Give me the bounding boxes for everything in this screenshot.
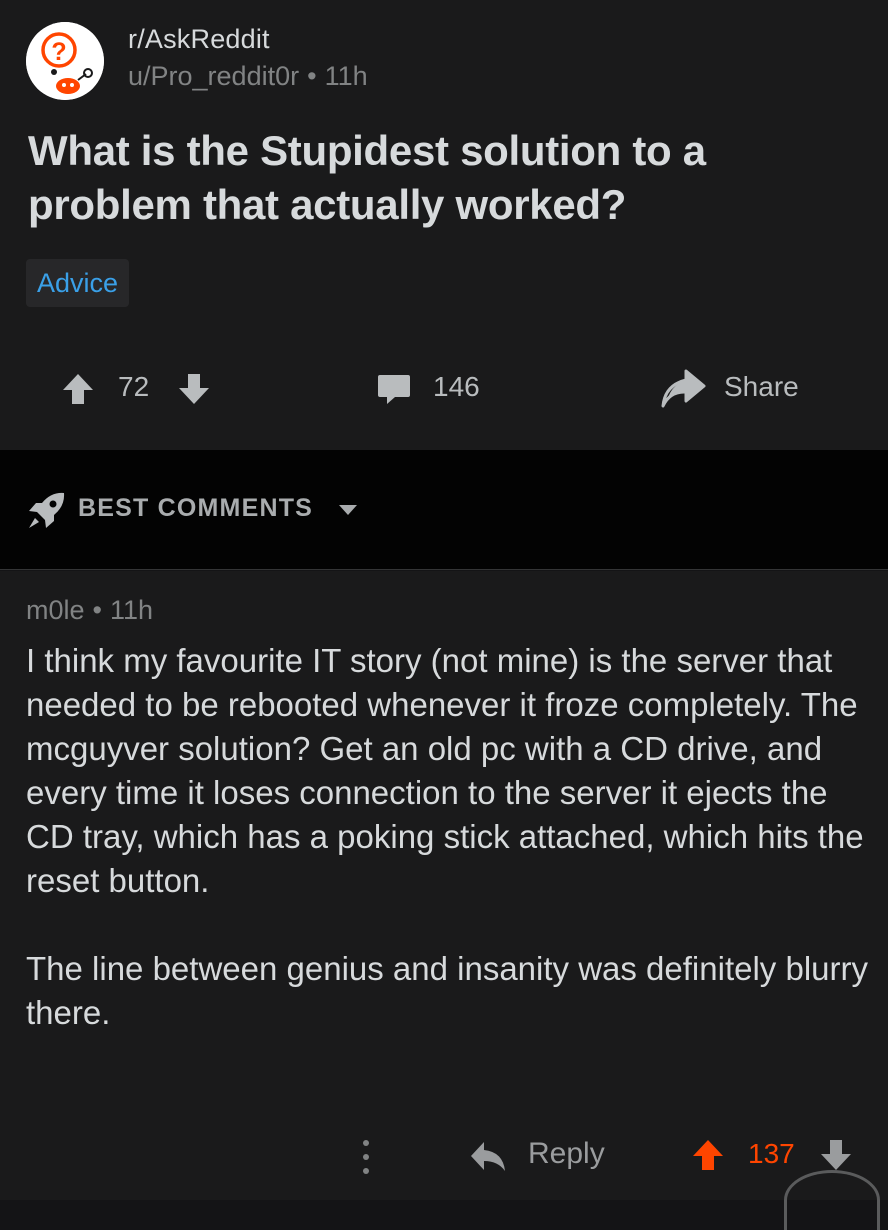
subreddit-avatar[interactable]: ? bbox=[26, 22, 104, 100]
more-options-icon[interactable] bbox=[356, 1135, 376, 1179]
upvote-icon[interactable] bbox=[60, 371, 96, 407]
downvote-icon[interactable] bbox=[818, 1137, 854, 1173]
comment-card: m0le • 11h I think my favourite IT story (… bbox=[0, 571, 888, 1200]
post-age: 11h bbox=[324, 61, 368, 91]
comment-paragraph: The line between genius and insanity was… bbox=[26, 950, 868, 1031]
comment-count[interactable]: 146 bbox=[433, 371, 480, 403]
subreddit-name[interactable]: r/AskReddit bbox=[128, 24, 270, 55]
sort-label[interactable]: BEST COMMENTS bbox=[78, 494, 313, 523]
post-flair[interactable]: Advice bbox=[26, 259, 130, 307]
comment-icon[interactable] bbox=[375, 370, 413, 408]
post-meta: u/Pro_reddit0r • 11h bbox=[128, 61, 368, 92]
share-icon[interactable] bbox=[660, 368, 706, 410]
post-actions: 72 146 Share bbox=[0, 360, 888, 416]
post-title[interactable]: What is the Stupidest solution to a prob… bbox=[28, 124, 858, 232]
post-score: 72 bbox=[118, 371, 150, 402]
meta-separator: • bbox=[92, 595, 102, 625]
comment-paragraph: I think my favourite IT story (not mine)… bbox=[26, 642, 864, 899]
post-card: ? r/AskReddit u/Pro_reddit0r • 11h What is… bbox=[0, 0, 888, 450]
meta-separator: • bbox=[307, 61, 317, 91]
comment-score: 137 bbox=[748, 1138, 795, 1169]
reply-button[interactable]: Reply bbox=[528, 1137, 605, 1171]
comment-sort-bar[interactable]: BEST COMMENTS bbox=[0, 450, 888, 570]
comment-meta: m0le • 11h bbox=[26, 595, 153, 626]
svg-text:?: ? bbox=[51, 38, 66, 66]
comment-body: I think my favourite IT story (not mine)… bbox=[26, 639, 876, 1079]
downvote-icon[interactable] bbox=[176, 371, 212, 407]
reply-icon[interactable] bbox=[468, 1137, 508, 1177]
comment-age: 11h bbox=[109, 595, 154, 625]
upvote-icon[interactable] bbox=[690, 1137, 726, 1173]
post-author[interactable]: u/Pro_reddit0r bbox=[128, 61, 299, 91]
rocket-icon bbox=[29, 492, 65, 528]
share-button[interactable]: Share bbox=[724, 371, 799, 403]
chevron-down-icon[interactable] bbox=[336, 498, 360, 522]
floating-action-icon[interactable] bbox=[784, 1170, 880, 1230]
askreddit-icon: ? bbox=[26, 22, 104, 100]
comment-author[interactable]: m0le bbox=[26, 595, 85, 625]
comment-actions: Reply 137 bbox=[0, 1127, 888, 1187]
